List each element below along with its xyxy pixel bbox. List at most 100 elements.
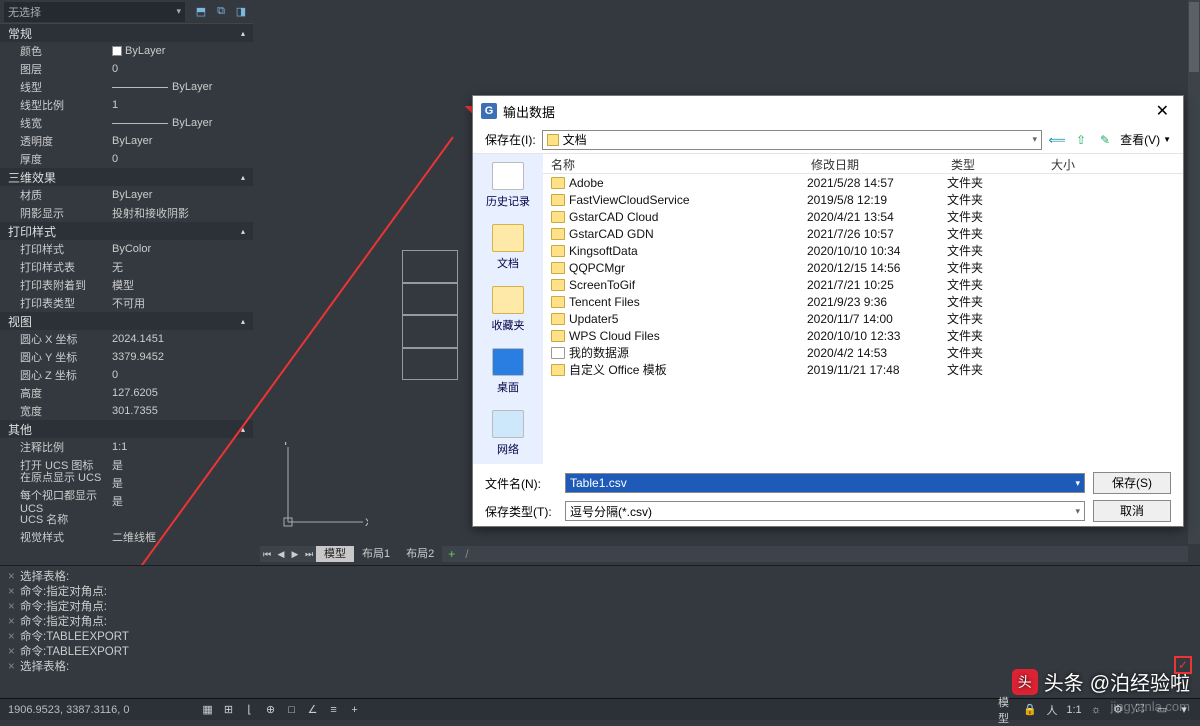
osnap-icon[interactable]: □ [282, 701, 302, 719]
section-general[interactable]: 常规▴ [0, 24, 253, 42]
otrack-icon[interactable]: ∠ [303, 701, 323, 719]
property-row[interactable]: 打印表附着到模型 [0, 276, 253, 294]
save-in-label: 保存在(I): [485, 131, 536, 148]
property-row[interactable]: UCS 名称 [0, 510, 253, 528]
places-item[interactable]: 历史记录 [486, 154, 530, 216]
places-item[interactable]: 文档 [492, 216, 524, 278]
tab-layout2[interactable]: 布局2 [398, 546, 442, 562]
section-other[interactable]: 其他▴ [0, 420, 253, 438]
property-row[interactable]: 圆心 Y 坐标3379.9452 [0, 348, 253, 366]
file-row[interactable]: Updater52020/11/7 14:00文件夹 [543, 310, 1183, 327]
save-button[interactable]: 保存(S) [1093, 472, 1171, 494]
select-objects-icon[interactable]: ◨ [233, 4, 249, 20]
tab-model[interactable]: 模型 [316, 546, 354, 562]
places-item[interactable]: 桌面 [492, 340, 524, 402]
cancel-button[interactable]: 取消 [1093, 500, 1171, 522]
model-toggle[interactable]: 模型 [998, 701, 1018, 719]
filetype-dropdown[interactable]: 逗号分隔(*.csv) [565, 501, 1085, 521]
file-row[interactable]: KingsoftData2020/10/10 10:34文件夹 [543, 242, 1183, 259]
grid-icon[interactable]: ▦ [198, 701, 218, 719]
places-item[interactable]: 网络 [492, 402, 524, 464]
back-icon[interactable]: ⟸ [1048, 131, 1066, 149]
annovisible-icon[interactable]: ☼ [1086, 701, 1106, 719]
filetype-label: 保存类型(T): [485, 503, 557, 520]
properties-header: 无选择 ⬒ ⧉ ◨ [0, 0, 253, 24]
property-row[interactable]: 颜色ByLayer [0, 42, 253, 60]
file-row[interactable]: 我的数据源2020/4/2 14:53文件夹 [543, 344, 1183, 361]
property-row[interactable]: 线宽ByLayer [0, 114, 253, 132]
snap-icon[interactable]: ⊞ [219, 701, 239, 719]
property-row[interactable]: 高度127.6205 [0, 384, 253, 402]
property-row[interactable]: 圆心 Z 坐标0 [0, 366, 253, 384]
tab-first-icon[interactable]: ⏮ [260, 549, 274, 560]
property-row[interactable]: 视觉样式二维线框 [0, 528, 253, 546]
toutiao-icon: 头 [1012, 669, 1038, 695]
property-row[interactable]: 线型比例1 [0, 96, 253, 114]
property-row[interactable]: 打印表类型不可用 [0, 294, 253, 312]
command-line: ×命令:TABLEEXPORT [8, 630, 1192, 645]
filename-input[interactable]: Table1.csv [565, 473, 1085, 493]
pick-add-icon[interactable]: ⬒ [193, 4, 209, 20]
layout-tabs-bar: ⏮ ◀ ▶ ⏭ 模型 布局1 布局2 + / [260, 546, 1188, 562]
section-view[interactable]: 视图▴ [0, 312, 253, 330]
file-list-header[interactable]: 名称 修改日期 类型 大小 [543, 154, 1183, 174]
property-row[interactable]: 打印样式表无 [0, 258, 253, 276]
view-menu[interactable]: 查看(V)▼ [1120, 131, 1171, 148]
tab-divider: / [461, 547, 468, 561]
section-threed[interactable]: 三维效果▴ [0, 168, 253, 186]
quick-select-icon[interactable]: ⧉ [213, 4, 229, 20]
property-row[interactable]: 每个视口都显示 UCS是 [0, 492, 253, 510]
file-row[interactable]: ScreenToGif2021/7/21 10:25文件夹 [543, 276, 1183, 293]
file-row[interactable]: WPS Cloud Files2020/10/10 12:33文件夹 [543, 327, 1183, 344]
property-row[interactable]: 透明度ByLayer [0, 132, 253, 150]
app-icon: G [481, 103, 497, 119]
property-row[interactable]: 图层0 [0, 60, 253, 78]
lineweight-icon[interactable]: ≡ [324, 701, 344, 719]
file-row[interactable]: QQPCMgr2020/12/15 14:56文件夹 [543, 259, 1183, 276]
property-row[interactable]: 线型ByLayer [0, 78, 253, 96]
location-dropdown[interactable]: 文档 [542, 130, 1042, 150]
property-row[interactable]: 材质ByLayer [0, 186, 253, 204]
dyn-icon[interactable]: + [345, 701, 365, 719]
svg-text:X: X [365, 517, 368, 529]
command-line: ×命令:指定对角点: [8, 615, 1192, 630]
polar-icon[interactable]: ⊕ [261, 701, 281, 719]
lock-icon[interactable]: 🔒 [1020, 701, 1040, 719]
tab-prev-icon[interactable]: ◀ [274, 549, 288, 560]
dialog-titlebar: G 输出数据 ✕ [473, 96, 1183, 126]
tab-last-icon[interactable]: ⏭ [302, 549, 316, 560]
tab-layout1[interactable]: 布局1 [354, 546, 398, 562]
command-line: ×命令:指定对角点: [8, 585, 1192, 600]
folder-icon [547, 134, 559, 146]
vertical-scrollbar[interactable] [1188, 0, 1200, 544]
property-row[interactable]: 打印样式ByColor [0, 240, 253, 258]
property-row[interactable]: 厚度0 [0, 150, 253, 168]
property-row[interactable]: 阴影显示投射和接收阴影 [0, 204, 253, 222]
file-row[interactable]: GstarCAD Cloud2020/4/21 13:54文件夹 [543, 208, 1183, 225]
annoscale-icon[interactable]: 人 [1042, 701, 1062, 719]
file-row[interactable]: Tencent Files2021/9/23 9:36文件夹 [543, 293, 1183, 310]
drawing-object-table[interactable] [402, 250, 458, 380]
places-item[interactable]: 收藏夹 [492, 278, 525, 340]
watermark-brand: 头 头条 @泊经验啦 [1012, 667, 1190, 696]
tab-next-icon[interactable]: ▶ [288, 549, 302, 560]
command-line: ×命令:TABLEEXPORT [8, 645, 1192, 660]
property-row[interactable]: 宽度301.7355 [0, 402, 253, 420]
file-row[interactable]: FastViewCloudService2019/5/8 12:19文件夹 [543, 191, 1183, 208]
scale-readout[interactable]: 1:1 [1064, 701, 1084, 719]
file-list[interactable]: 名称 修改日期 类型 大小 Adobe2021/5/28 14:57文件夹Fas… [543, 154, 1183, 464]
ortho-icon[interactable]: ⌊ [240, 701, 260, 719]
file-row[interactable]: 自定义 Office 模板2019/11/21 17:48文件夹 [543, 361, 1183, 378]
new-folder-icon[interactable]: ✎ [1096, 131, 1114, 149]
watermark-check-icon: ✓ [1174, 656, 1192, 674]
selection-dropdown[interactable]: 无选择 [4, 2, 185, 22]
file-row[interactable]: GstarCAD GDN2021/7/26 10:57文件夹 [543, 225, 1183, 242]
close-icon[interactable]: ✕ [1150, 101, 1175, 121]
property-row[interactable]: 注释比例1:1 [0, 438, 253, 456]
places-bar: 历史记录文档收藏夹桌面网络 [473, 154, 543, 464]
section-print[interactable]: 打印样式▴ [0, 222, 253, 240]
file-row[interactable]: Adobe2021/5/28 14:57文件夹 [543, 174, 1183, 191]
up-icon[interactable]: ⇧ [1072, 131, 1090, 149]
property-row[interactable]: 圆心 X 坐标2024.1451 [0, 330, 253, 348]
tab-add-icon[interactable]: + [442, 547, 461, 561]
